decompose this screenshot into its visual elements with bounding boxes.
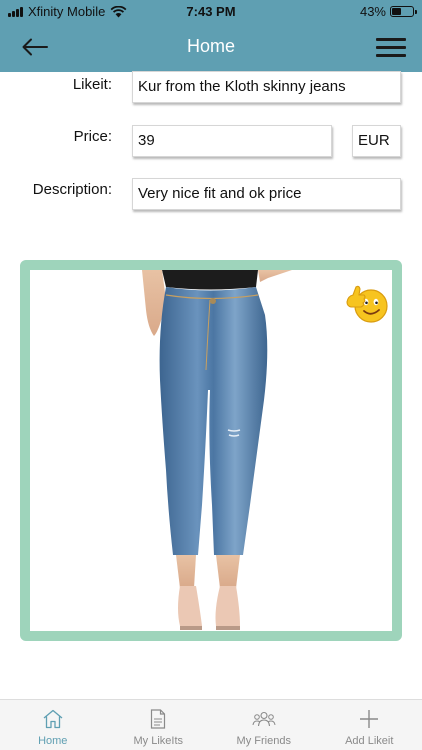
tab-add-likeit[interactable]: Add Likeit bbox=[317, 700, 422, 750]
carrier-name: Xfinity Mobile bbox=[28, 4, 106, 19]
page-title: Home bbox=[186, 36, 235, 56]
currency-field[interactable]: EUR bbox=[352, 125, 401, 157]
price-field[interactable]: 39 bbox=[132, 125, 332, 157]
price-label: Price: bbox=[73, 128, 112, 145]
tab-home-label: Home bbox=[38, 735, 68, 747]
likeit-name-field[interactable]: Kur from the Kloth skinny jeans bbox=[132, 71, 401, 103]
status-left: Xfinity Mobile bbox=[8, 4, 127, 19]
wifi-icon bbox=[110, 5, 127, 17]
battery-fill bbox=[392, 8, 401, 15]
description-label: Description: bbox=[32, 181, 112, 198]
app-header: Xfinity Mobile 7:43 PM 43% Home bbox=[0, 0, 422, 72]
home-icon bbox=[41, 708, 65, 730]
thumbs-up-emoji-icon[interactable] bbox=[345, 280, 389, 324]
tab-my-likeits-label: My LikeIts bbox=[133, 735, 183, 747]
description-row: Description: Very nice fit and ok price bbox=[0, 178, 422, 210]
likeit-row: Likeit: Kur from the Kloth skinny jeans bbox=[0, 71, 422, 103]
status-right: 43% bbox=[359, 4, 417, 19]
arrow-left-icon bbox=[22, 38, 48, 56]
product-image-card[interactable] bbox=[20, 260, 402, 641]
price-row: Price: 39 EUR bbox=[0, 125, 422, 157]
friends-icon bbox=[252, 708, 276, 730]
tab-my-friends-label: My Friends bbox=[236, 735, 291, 747]
tab-my-friends[interactable]: My Friends bbox=[211, 700, 317, 750]
status-bar: Xfinity Mobile 7:43 PM 43% bbox=[0, 0, 422, 22]
nav-bar: Home bbox=[0, 22, 422, 72]
plus-icon bbox=[357, 708, 381, 730]
tab-home[interactable]: Home bbox=[0, 700, 106, 750]
tab-my-likeits[interactable]: My LikeIts bbox=[106, 700, 212, 750]
hamburger-menu-icon[interactable] bbox=[376, 32, 406, 62]
description-field[interactable]: Very nice fit and ok price bbox=[132, 178, 401, 210]
battery-percent: 43% bbox=[359, 4, 386, 19]
battery-icon bbox=[390, 6, 417, 17]
bottom-tab-bar: Home My LikeIts My Friends Add Likeit bbox=[0, 699, 422, 750]
skinny-jeans-photo bbox=[142, 270, 292, 630]
document-icon bbox=[146, 708, 170, 730]
back-button[interactable] bbox=[18, 32, 52, 62]
cellular-signal-icon bbox=[8, 6, 23, 17]
likeit-label: Likeit: bbox=[72, 76, 112, 93]
tab-add-likeit-label: Add Likeit bbox=[345, 735, 394, 747]
